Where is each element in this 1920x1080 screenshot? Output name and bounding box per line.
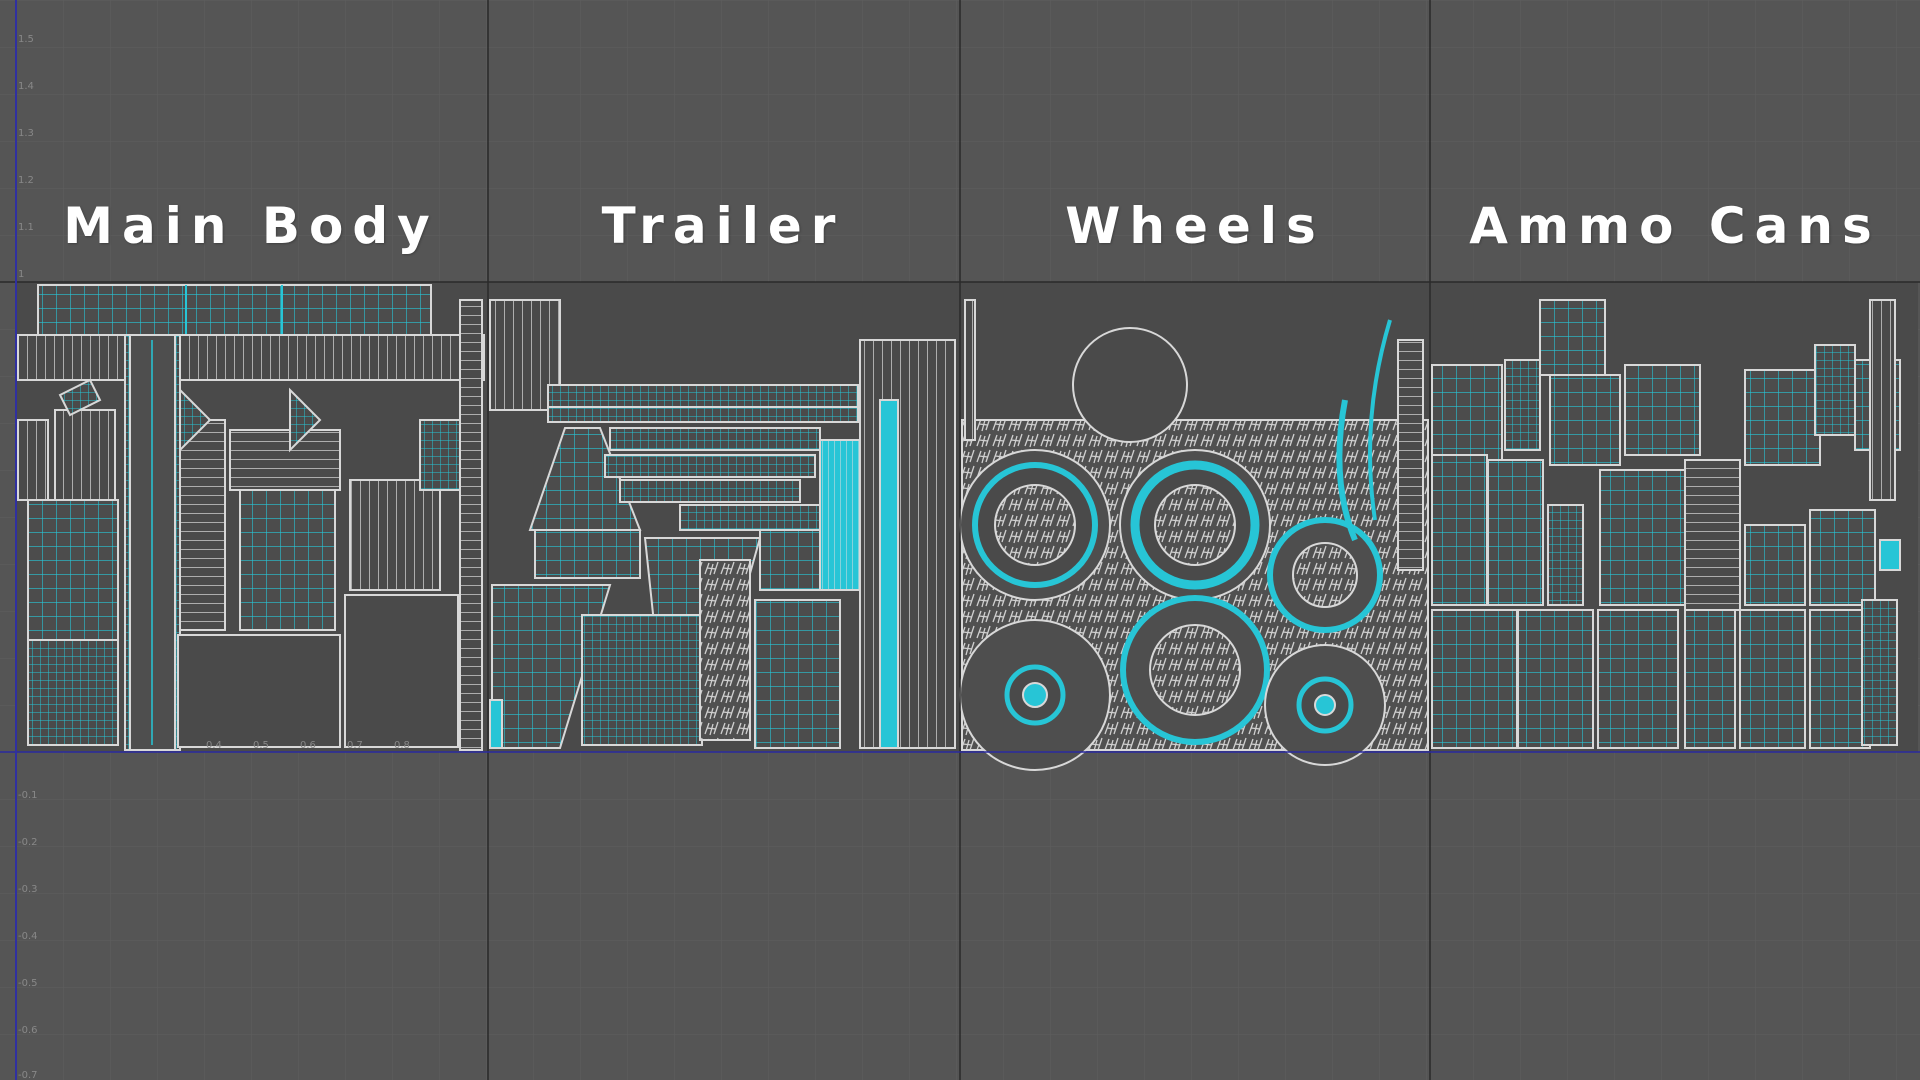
v-tick-label: 1.5 [18,34,34,45]
uv-shells-main-body[interactable] [17,284,485,751]
uv-shells-ammo-cans[interactable] [1431,299,1901,749]
u-tick-label: 0.8 [394,740,410,751]
v-tick-label: -0.7 [18,1070,38,1080]
v-tick-label: -0.1 [18,790,38,801]
section-title-ammo-cans: Ammo Cans [1469,197,1881,255]
uv-editor-viewport[interactable]: 1.5 1.4 1.3 1.2 1.1 1 -0.1 -0.2 -0.3 -0.… [0,0,1920,1080]
u-tick-label: 0.7 [347,740,363,751]
u-tick-label: 0.4 [206,740,222,751]
v-tick-label: -0.5 [18,978,38,989]
v-tick-label: -0.6 [18,1025,38,1036]
v-tick-label: 1 [18,269,24,280]
u-tick-label: 0.5 [253,740,269,751]
v-tick-label: -0.4 [18,931,38,942]
section-title-main-body: Main Body [63,197,439,255]
v-tick-label: 1.3 [18,128,34,139]
v-tick-label: 1.4 [18,81,34,92]
section-title-wheels: Wheels [1065,197,1325,255]
v-tick-label: 1.2 [18,175,34,186]
u-tick-label: 0.6 [300,740,316,751]
section-title-trailer: Trailer [601,197,845,255]
v-tick-label: -0.3 [18,884,38,895]
v-tick-label: -0.2 [18,837,38,848]
